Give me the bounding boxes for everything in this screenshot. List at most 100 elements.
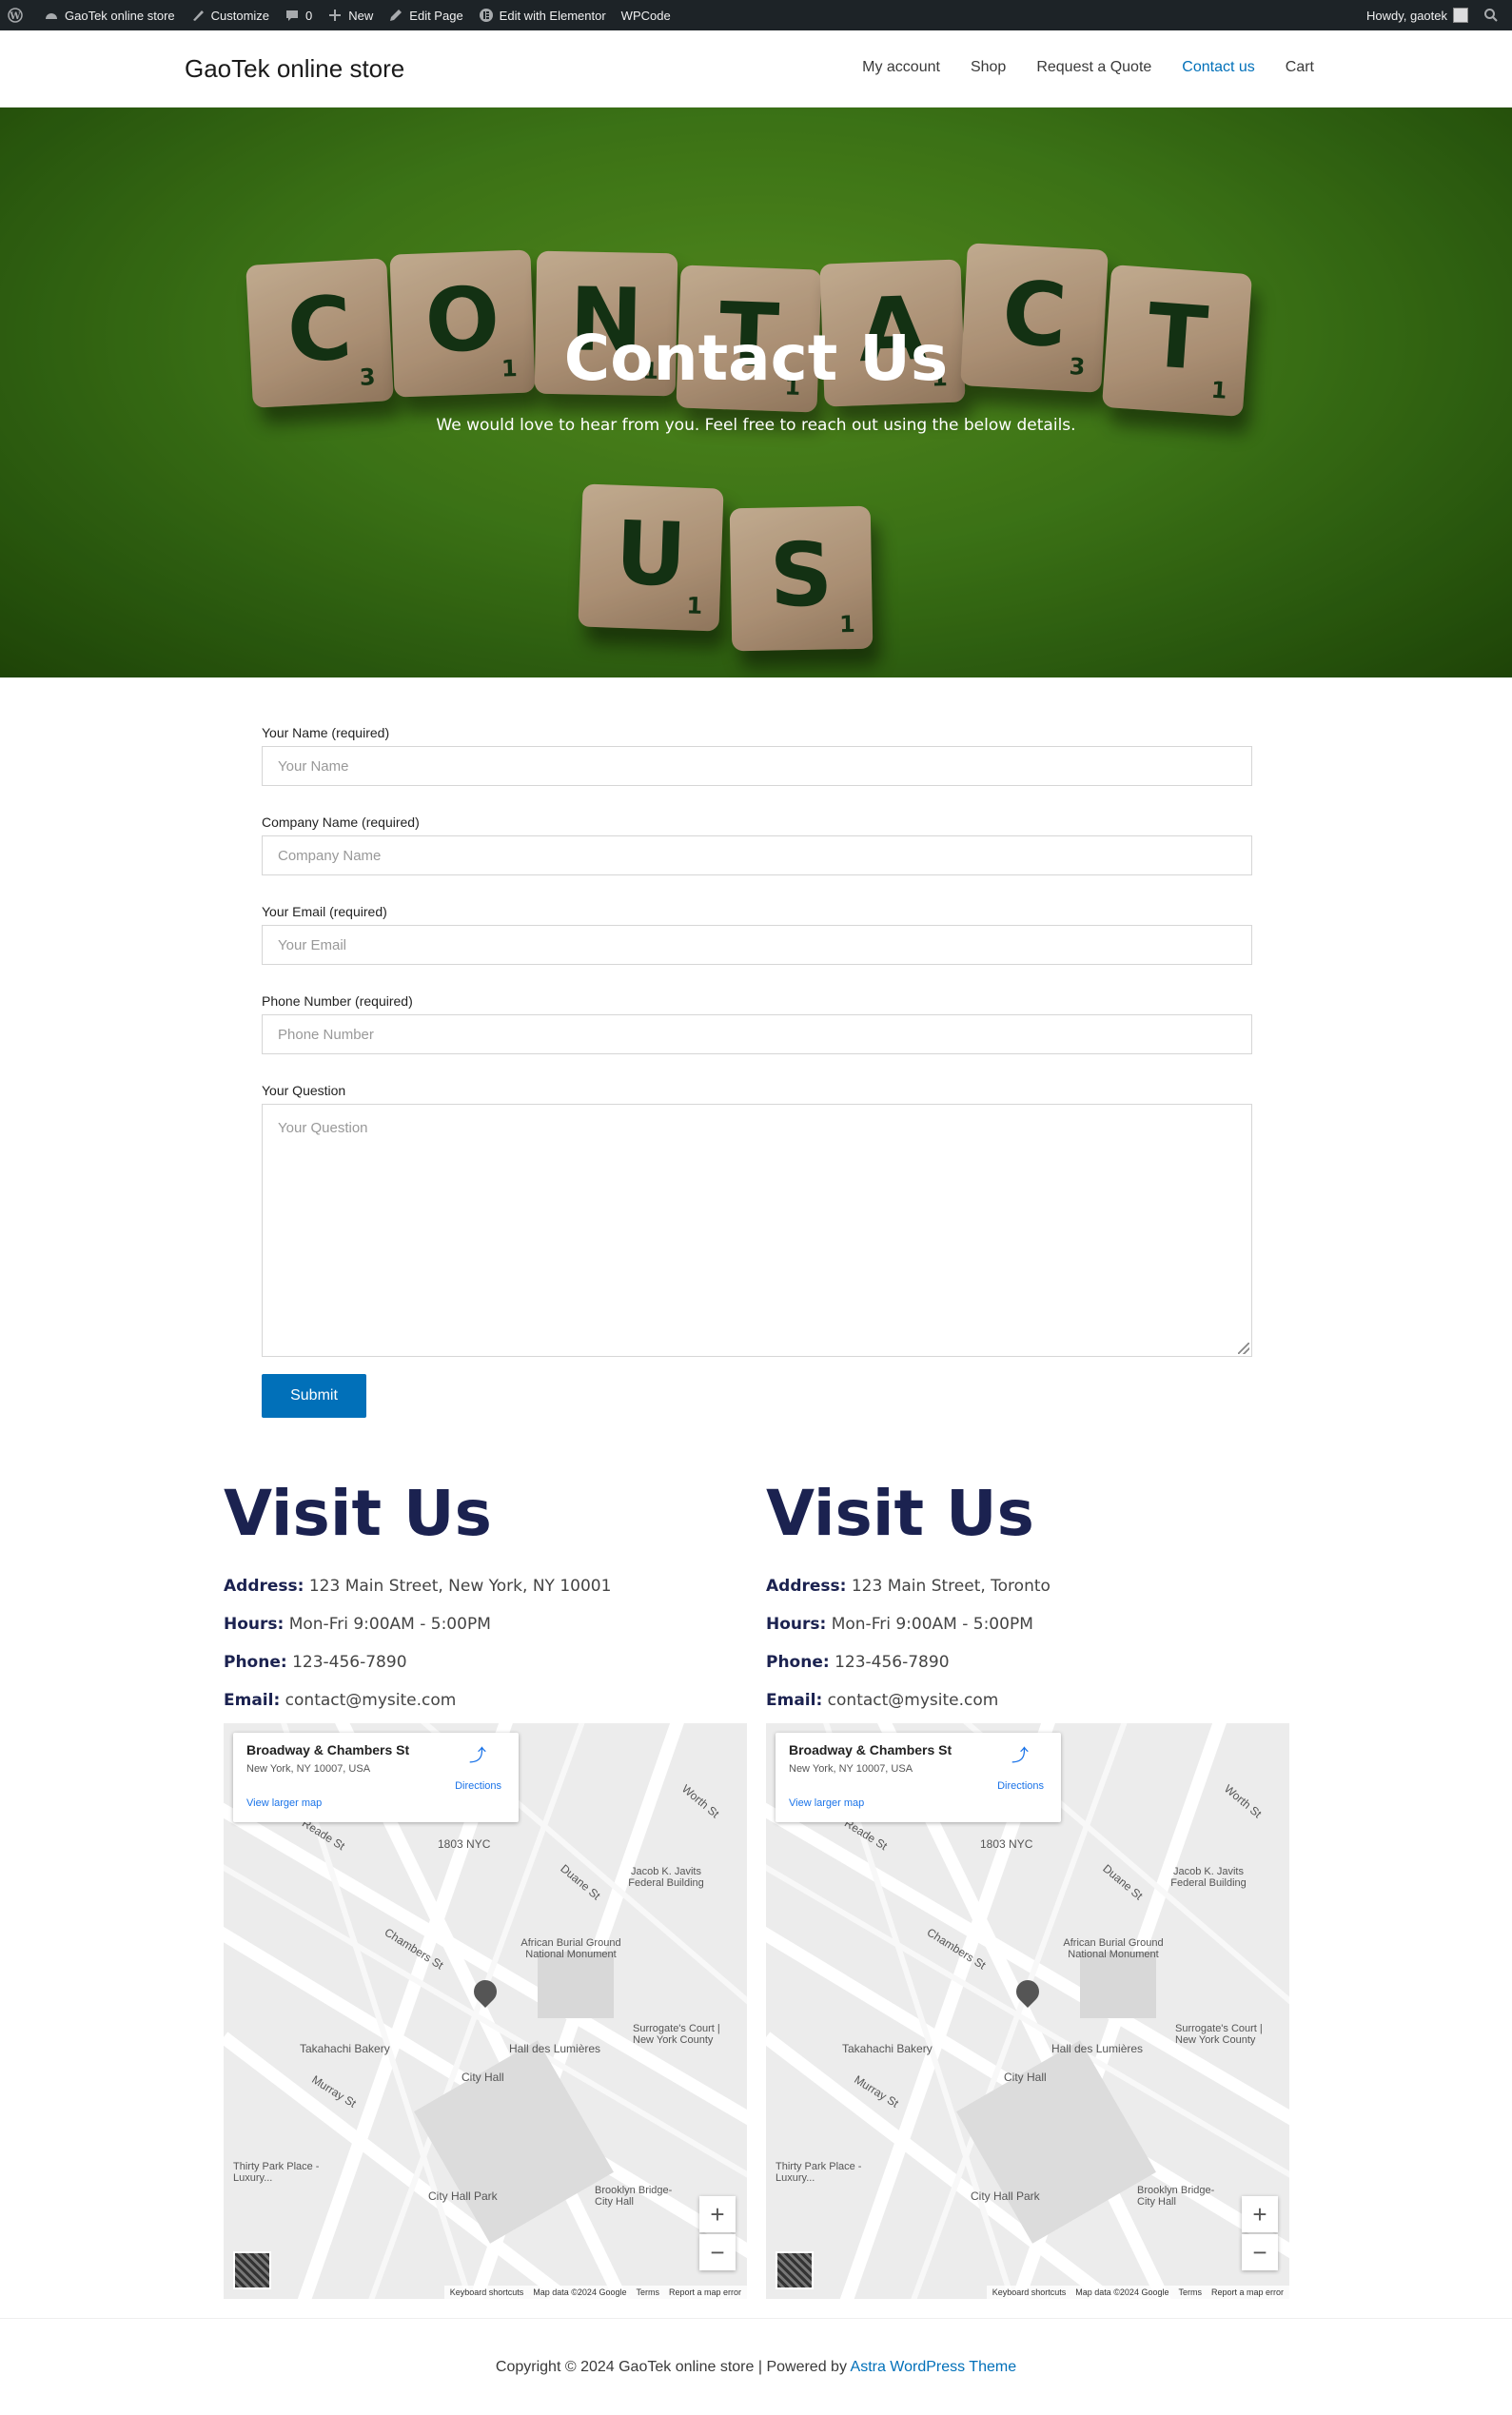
- phone-value: 123-456-7890: [835, 1653, 950, 1672]
- map-poi-label: 1803 NYC: [438, 1837, 491, 1851]
- admin-edit-elementor[interactable]: Edit with Elementor: [471, 0, 614, 30]
- submit-button[interactable]: Submit: [262, 1374, 366, 1418]
- map-place-card: Broadway & Chambers St New York, NY 1000…: [776, 1733, 1061, 1822]
- nav-cart[interactable]: Cart: [1286, 59, 1314, 76]
- admin-new-label: New: [348, 8, 374, 23]
- site-title[interactable]: GaoTek online store: [185, 54, 404, 84]
- company-field[interactable]: Company Name: [262, 835, 1252, 875]
- phone-line: Phone: 123-456-7890: [224, 1653, 747, 1672]
- company-placeholder: Company Name: [278, 847, 382, 864]
- plus-icon: [327, 8, 343, 23]
- brush-icon: [190, 8, 206, 23]
- name-placeholder: Your Name: [278, 757, 349, 775]
- admin-wpcode[interactable]: WPCode: [614, 0, 678, 30]
- main-nav: My account Shop Request a Quote Contact …: [832, 59, 1314, 76]
- directions-link[interactable]: Directions: [455, 1780, 501, 1792]
- keyboard-shortcuts-link[interactable]: Keyboard shortcuts: [992, 2287, 1067, 2297]
- map-poi-label: Hall des Lumières: [1051, 2042, 1144, 2055]
- email-field[interactable]: Your Email: [262, 925, 1252, 965]
- terms-link[interactable]: Terms: [636, 2287, 659, 2297]
- admin-customize[interactable]: Customize: [183, 0, 277, 30]
- site-header: GaoTek online store My account Shop Requ…: [0, 30, 1512, 108]
- email-label: Your Email (required): [262, 904, 387, 919]
- dashboard-icon: [44, 8, 59, 23]
- map-poi-label: Hall des Lumières: [509, 2042, 601, 2055]
- google-map[interactable]: Chambers St Reade St Duane St Murray St …: [224, 1723, 747, 2299]
- report-error-link[interactable]: Report a map error: [1211, 2287, 1284, 2297]
- nav-request-quote[interactable]: Request a Quote: [1036, 59, 1151, 76]
- visit-us-new-york: Visit Us Address: 123 Main Street, New Y…: [224, 1470, 747, 1729]
- terms-link[interactable]: Terms: [1178, 2287, 1202, 2297]
- view-larger-map-link[interactable]: View larger map: [246, 1797, 322, 1809]
- phone-value: 123-456-7890: [292, 1653, 407, 1672]
- map-poi-label: Jacob K. Javits Federal Building: [628, 1866, 704, 1889]
- map-poi-label: Thirty Park Place - Luxury...: [776, 2161, 862, 2184]
- resize-handle-icon[interactable]: [1238, 1343, 1249, 1354]
- map-data-text: Map data ©2024 Google: [1075, 2287, 1169, 2297]
- tile-score: 1: [686, 592, 703, 619]
- wordpress-logo[interactable]: W: [0, 0, 36, 30]
- map-data-text: Map data ©2024 Google: [533, 2287, 627, 2297]
- hero-title: Contact Us: [563, 322, 949, 395]
- nav-my-account[interactable]: My account: [862, 59, 940, 76]
- keyboard-shortcuts-link[interactable]: Keyboard shortcuts: [450, 2287, 524, 2297]
- wordpress-icon: W: [8, 8, 23, 23]
- admin-bar: W GaoTek online store Customize 0 New Ed…: [0, 0, 1512, 30]
- scrabble-tile: U1: [578, 483, 724, 632]
- map-poi-label: Thirty Park Place - Luxury...: [233, 2161, 320, 2184]
- zoom-in-button[interactable]: +: [1242, 2196, 1278, 2232]
- address-key: Address:: [224, 1577, 304, 1596]
- admin-site-name[interactable]: GaoTek online store: [36, 0, 183, 30]
- zoom-out-button[interactable]: −: [699, 2234, 736, 2270]
- admin-comments[interactable]: 0: [277, 0, 320, 30]
- address-value: 123 Main Street, New York, NY 10001: [308, 1577, 612, 1596]
- admin-account[interactable]: Howdy, gaotek: [1359, 0, 1476, 30]
- map-poi-label: 1803 NYC: [980, 1837, 1033, 1851]
- question-textarea[interactable]: Your Question: [262, 1104, 1252, 1357]
- hours-key: Hours:: [224, 1615, 285, 1634]
- satellite-toggle[interactable]: [233, 2251, 271, 2289]
- map-poi-label: City Hall Park: [971, 2189, 1040, 2203]
- map-poi-label: Takahachi Bakery: [842, 2042, 933, 2055]
- map-poi-label: City Hall: [1004, 2071, 1047, 2084]
- admin-new[interactable]: New: [320, 0, 381, 30]
- admin-edit-page-label: Edit Page: [409, 8, 463, 23]
- zoom-in-button[interactable]: +: [699, 2196, 736, 2232]
- tile-score: 1: [838, 611, 856, 638]
- admin-wpcode-label: WPCode: [620, 8, 671, 23]
- satellite-toggle[interactable]: [776, 2251, 814, 2289]
- phone-label: Phone Number (required): [262, 993, 413, 1009]
- admin-edit-page[interactable]: Edit Page: [381, 0, 470, 30]
- report-error-link[interactable]: Report a map error: [669, 2287, 741, 2297]
- phone-placeholder: Phone Number: [278, 1026, 374, 1043]
- elementor-icon: [479, 8, 494, 23]
- email-placeholder: Your Email: [278, 936, 346, 953]
- map-place-card: Broadway & Chambers St New York, NY 1000…: [233, 1733, 519, 1822]
- email-value: contact@mysite.com: [285, 1691, 457, 1710]
- admin-site-name-label: GaoTek online store: [65, 8, 175, 23]
- zoom-out-button[interactable]: −: [1242, 2234, 1278, 2270]
- email-key: Email:: [224, 1691, 281, 1710]
- directions-link[interactable]: Directions: [997, 1780, 1044, 1792]
- phone-key: Phone:: [224, 1653, 287, 1672]
- google-map[interactable]: Chambers St Reade St Duane St Murray St …: [766, 1723, 1289, 2299]
- phone-field[interactable]: Phone Number: [262, 1014, 1252, 1054]
- view-larger-map-link[interactable]: View larger map: [789, 1797, 864, 1809]
- tile-letter: U: [613, 501, 689, 607]
- map-poi-label: Takahachi Bakery: [300, 2042, 390, 2055]
- hours-value: Mon-Fri 9:00AM - 5:00PM: [288, 1615, 491, 1634]
- phone-key: Phone:: [766, 1653, 830, 1672]
- directions-icon[interactable]: ⤴: [469, 1742, 486, 1767]
- admin-comments-count: 0: [305, 8, 313, 23]
- email-value: contact@mysite.com: [827, 1691, 999, 1710]
- email-key: Email:: [766, 1691, 823, 1710]
- nav-shop[interactable]: Shop: [971, 59, 1006, 76]
- comment-icon: [285, 8, 300, 23]
- name-field[interactable]: Your Name: [262, 746, 1252, 786]
- nav-contact-us[interactable]: Contact us: [1182, 59, 1254, 76]
- directions-icon[interactable]: ⤴: [1011, 1742, 1029, 1767]
- theme-link[interactable]: Astra WordPress Theme: [851, 2359, 1017, 2375]
- copyright-text: Copyright © 2024 GaoTek online store | P…: [495, 2359, 851, 2375]
- question-placeholder: Your Question: [278, 1120, 368, 1136]
- admin-search[interactable]: [1476, 0, 1512, 30]
